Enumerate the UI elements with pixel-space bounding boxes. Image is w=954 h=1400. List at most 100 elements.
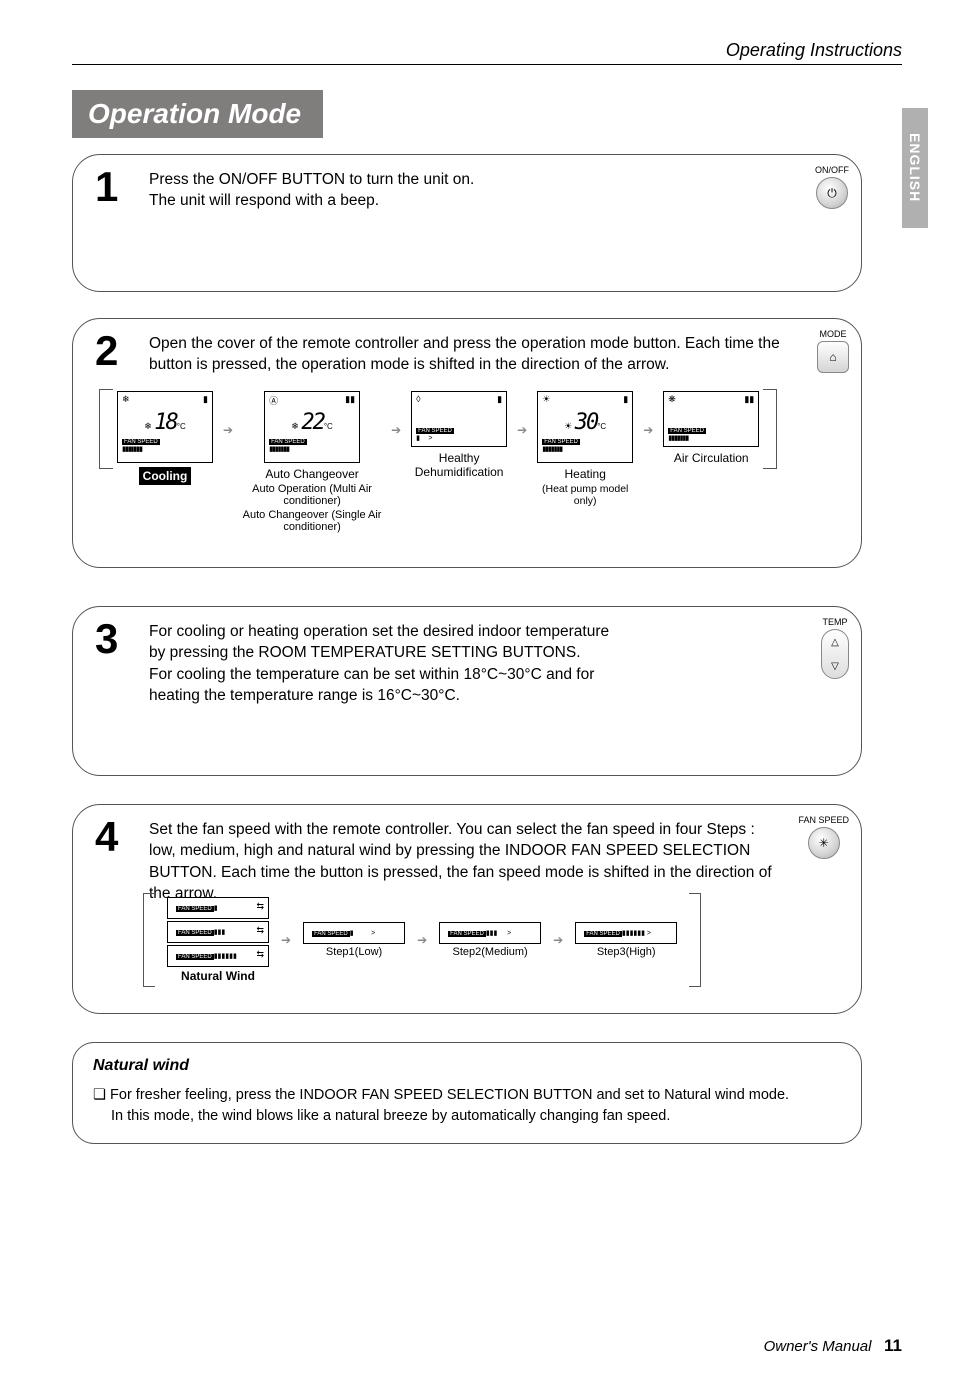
lcd-auto: Ⓐ▮▮ ❄ 22°C FAN SPEED ▮▮▮▮▮▮▮ [264,391,360,463]
sun-icon: ☀ [542,394,550,408]
footer: Owner's Manual 11 [764,1336,902,1356]
natural-line-1: For fresher feeling, press the INDOOR FA… [110,1087,789,1103]
auto-caption: Auto Changeover [265,467,358,481]
mode-label: MODE [817,329,849,339]
mode-bracket-right [763,389,777,469]
fan-bracket-left [143,893,155,987]
mode-auto: Ⓐ▮▮ ❄ 22°C FAN SPEED ▮▮▮▮▮▮▮ Auto Change… [239,391,385,533]
lcd-nat-1: FAN SPEED▮⇆ [167,897,269,919]
fan-bars: ▮▮▮▮▮▮▮ [265,445,359,455]
step-2-box: 2 Open the cover of the remote controlle… [72,318,862,568]
temp-label: TEMP [821,617,849,627]
fan-bracket-right [689,893,701,987]
fan-speed-tag: FAN SPEED [312,931,350,937]
mode-button-graphic: MODE ⌂ [817,329,849,373]
arrow-icon: ➔ [391,423,401,437]
step-3-body: For cooling or heating operation set the… [149,621,629,707]
fan-glyph: ✳ [819,836,829,850]
fan-step2-col: FAN SPEED▮▮▮ > Step2(Medium) [439,922,541,958]
mode-icon: ⌂ [817,341,849,373]
heating-caption: Heating [565,467,606,481]
mode-bracket-left [99,389,113,469]
fanspeed-button-graphic: FAN SPEED ✳ [798,815,849,859]
natural-wind-title: Natural wind [93,1057,841,1075]
section-title: Operation Mode [72,90,323,138]
step-2-body: Open the cover of the remote controller … [149,333,783,376]
temp-button-graphic: TEMP △ ▽ [821,617,849,679]
footer-manual: Owner's Manual [764,1338,872,1355]
lcd-step2: FAN SPEED▮▮▮ > [439,922,541,944]
step-4-number: 4 [95,813,118,861]
mode-glyph: ⌂ [829,350,836,364]
lcd-step1: FAN SPEED▮ > [303,922,405,944]
header-rule [72,64,902,65]
arrow-icon: ➔ [417,933,427,947]
wind-icon: ❋ [668,394,676,408]
step-1-number: 1 [95,163,118,211]
dehum-caption: Healthy Dehumidification [407,451,511,480]
footer-page-number: 11 [884,1336,902,1355]
fan-speed-tag: FAN SPEED [176,906,214,912]
mode-aircirc: ❋▮▮ FAN SPEED ▮▮▮▮▮▮▮ Air Circulation [659,391,763,465]
fan-natural-col: FAN SPEED▮⇆ FAN SPEED▮▮▮⇆ FAN SPEED▮▮▮▮▮… [167,897,269,983]
fan-speed-tag: FAN SPEED [176,930,214,936]
lcd-heating: ☀▮ ☀ 30°C FAN SPEED ▮▮▮▮▮▮▮ [537,391,633,463]
lcd-dehum: ◊▮ FAN SPEED ▮ > [411,391,507,447]
auto-a-icon: Ⓐ [269,394,278,408]
arrow-icon: ➔ [643,423,653,437]
step3-caption: Step3(High) [575,946,677,958]
step-4-box: 4 Set the fan speed with the remote cont… [72,804,862,1014]
auto-sub-2: Auto Changeover (Single Air conditioner) [239,509,385,533]
step-1-body: Press the ON/OFF BUTTON to turn the unit… [149,169,783,212]
aircirc-caption: Air Circulation [674,451,749,465]
heating-temp: 30 [575,410,598,435]
step-3-number: 3 [95,615,118,663]
cooling-caption: Cooling [139,467,192,485]
natural-wind-body: ❏ For fresher feeling, press the INDOOR … [93,1085,841,1127]
natural-line-2: In this mode, the wind blows like a natu… [111,1108,670,1124]
temp-unit: °C [324,422,333,431]
fan-icon: ✳ [808,827,840,859]
fan-sequence: FAN SPEED▮⇆ FAN SPEED▮▮▮⇆ FAN SPEED▮▮▮▮▮… [143,893,701,987]
cooling-temp: 18 [154,410,177,435]
lcd-nat-2: FAN SPEED▮▮▮⇆ [167,921,269,943]
step-3-box: 3 For cooling or heating operation set t… [72,606,862,776]
fan-speed-tag: FAN SPEED [584,931,622,937]
natural-wind-box: Natural wind ❏ For fresher feeling, pres… [72,1042,862,1144]
fanspeed-label: FAN SPEED [798,815,849,825]
temp-unit: °C [597,422,606,431]
fan-bars: ▮▮▮▮▮▮▮ [538,445,632,455]
onoff-button-graphic: ON/OFF ⏻ [815,165,849,209]
power-icon: ⏻ [816,177,848,209]
lcd-cooling: ❄▮ ❄ 18°C FAN SPEED ▮▮▮▮▮▮▮ [117,391,213,463]
power-glyph: ⏻ [827,186,837,201]
fan-step3-col: FAN SPEED▮▮▮▮▮▮ > Step3(High) [575,922,677,958]
arrow-icon: ➔ [281,933,291,947]
step-2-number: 2 [95,327,118,375]
mode-sequence: ❄▮ ❄ 18°C FAN SPEED ▮▮▮▮▮▮▮ Cooling ➔ Ⓐ▮… [113,391,763,533]
heating-sub: (Heat pump model only) [533,483,637,507]
lcd-step3: FAN SPEED▮▮▮▮▮▮ > [575,922,677,944]
step1-caption: Step1(Low) [303,946,405,958]
fan-speed-tag: FAN SPEED [448,931,486,937]
mode-heating: ☀▮ ☀ 30°C FAN SPEED ▮▮▮▮▮▮▮ Heating (Hea… [533,391,637,507]
arrow-icon: ➔ [553,933,563,947]
auto-temp: 22 [301,410,324,435]
up-icon: △ [831,637,839,648]
arrow-icon: ➔ [517,423,527,437]
fan-step1-col: FAN SPEED▮ > Step1(Low) [303,922,405,958]
onoff-label: ON/OFF [815,165,849,175]
lcd-nat-3: FAN SPEED▮▮▮▮▮▮⇆ [167,945,269,967]
auto-sub-1: Auto Operation (Multi Air conditioner) [239,483,385,507]
temp-updown-icon: △ ▽ [821,629,849,679]
down-icon: ▽ [831,661,839,672]
drop-icon: ◊ [416,394,420,408]
snow-icon: ❄ [122,394,130,408]
arrow-icon: ➔ [223,423,233,437]
natural-wind-caption: Natural Wind [167,969,269,983]
bullet-icon: ❏ [93,1087,106,1103]
mode-dehum: ◊▮ FAN SPEED ▮ > Healthy Dehumidificatio… [407,391,511,480]
fan-bars: ▮▮▮▮▮▮▮ [664,434,758,444]
fan-bars: ▮▮▮▮▮▮▮ [118,445,212,455]
step2-caption: Step2(Medium) [439,946,541,958]
